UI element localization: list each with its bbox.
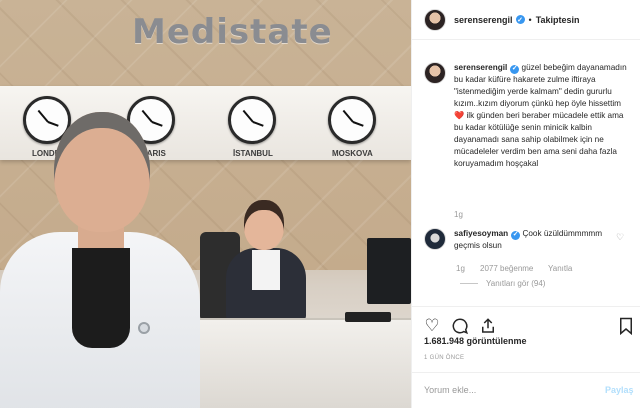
receptionist-head — [244, 200, 284, 250]
computer-monitor — [367, 238, 411, 304]
view-replies[interactable]: Yanıtları gör (94) — [460, 279, 545, 288]
receptionist-shirt — [252, 250, 280, 290]
caption-age: 1g — [454, 210, 463, 219]
caption: serenserengil ✓ güzel bebeğim dayanamadın… — [424, 62, 632, 170]
post-side-panel: serenserengil ✓ • Takiptesin serensereng… — [411, 0, 640, 408]
keyboard — [345, 312, 391, 322]
comment-input[interactable] — [424, 385, 584, 395]
header-username[interactable]: serenserengil — [454, 15, 513, 25]
verified-icon: ✓ — [515, 15, 525, 24]
comment-likes[interactable]: 2077 beğenme — [480, 264, 533, 273]
avatar[interactable] — [424, 228, 446, 250]
comment-body: safiyesoyman ✓ Çook üzüldümmmmm geçmis ol… — [454, 228, 604, 252]
comment-age: 1g — [456, 264, 465, 273]
post-comment-button[interactable]: Paylaş — [605, 385, 634, 395]
share-icon[interactable] — [477, 315, 499, 337]
view-count[interactable]: 1.681.948 görüntülenme — [424, 336, 527, 346]
post-date: 1 GÜN ÖNCE — [424, 355, 465, 361]
brand-sign: Medistate — [132, 12, 333, 52]
video-player[interactable]: Medistate LONDRA PARIS İSTANBUL MOSKOVA — [0, 0, 411, 408]
comment-icon[interactable] — [449, 315, 471, 337]
avatar[interactable] — [424, 62, 446, 84]
verified-icon: ✓ — [510, 64, 520, 74]
reply-button[interactable]: Yanıtla — [548, 264, 572, 273]
view-replies-label[interactable]: Yanıtları gör (94) — [486, 279, 545, 288]
comment-username[interactable]: safiyesoyman — [454, 229, 508, 238]
caption-body: serenserengil ✓ güzel bebeğim dayanamadın… — [454, 62, 632, 170]
verified-icon: ✓ — [511, 230, 521, 240]
clock-label-istanbul: İSTANBUL — [233, 149, 273, 158]
avatar[interactable] — [424, 8, 446, 31]
heart-icon[interactable]: ♡ — [421, 315, 443, 337]
caption-text: güzel bebeğim dayanamadın bu kadar küfür… — [454, 63, 627, 168]
following-button[interactable]: Takiptesin — [536, 15, 580, 25]
doctor-shirt — [72, 248, 130, 348]
replies-divider — [460, 283, 478, 284]
bookmark-icon[interactable] — [615, 315, 637, 337]
caption-username[interactable]: serenserengil — [454, 63, 507, 72]
comment-like-icon[interactable]: ♡ — [616, 232, 624, 243]
clock-label-moscow: MOSKOVA — [332, 149, 373, 158]
stethoscope — [138, 322, 150, 334]
comment: safiyesoyman ✓ Çook üzüldümmmmm geçmis ol… — [424, 228, 604, 252]
post-header: serenserengil ✓ • Takiptesin — [412, 0, 640, 40]
doctor-head — [54, 112, 150, 232]
clock-icon — [328, 96, 376, 144]
header-separator: • — [528, 14, 532, 25]
clock-icon — [228, 96, 276, 144]
add-comment-bar: Paylaş — [412, 372, 640, 408]
